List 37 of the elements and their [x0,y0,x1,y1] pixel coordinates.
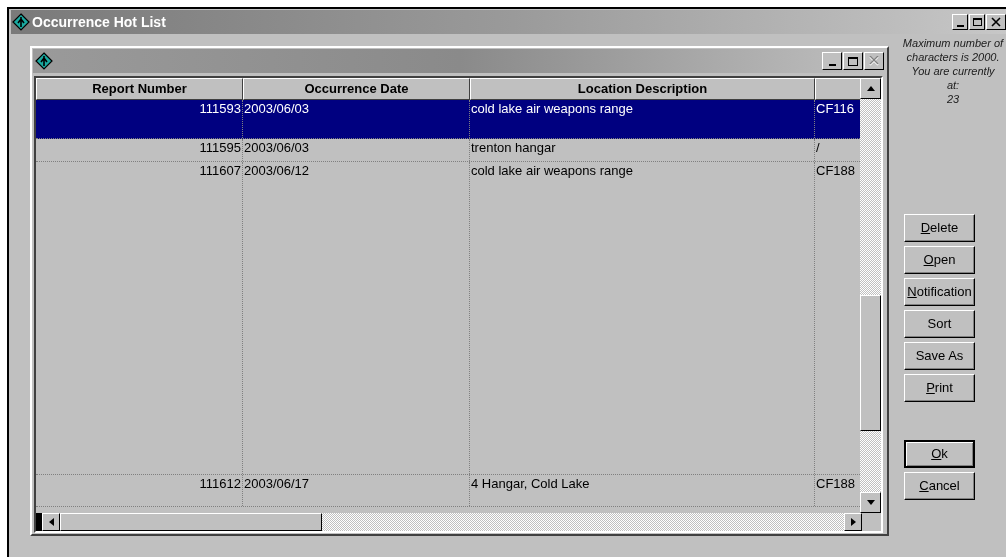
info-text: characters is 2000. [906,50,1000,64]
table-cell-text: 4 Hangar, Cold Lake [470,475,591,493]
table-row[interactable]: 111593 2003/06/03 cold lake air weapons range CF116 [36,100,860,139]
table-row[interactable]: 111607 2003/06/12 cold lake air weapons range CF188 [36,162,860,475]
info-text: 23 [946,92,960,106]
action-button[interactable]: Sort [904,310,975,338]
table-cell-text: CF116 [815,100,856,118]
table-cell-text: 111607 [198,162,242,180]
action-button[interactable]: Notification [904,278,975,306]
column-header[interactable]: Occurrence Date [243,78,470,100]
table-cell-text: 2003/06/03 [243,139,311,157]
window-title: Occurrence Hot List [32,12,166,32]
info-text: at: [946,78,960,92]
action-button[interactable]: Cancel [904,472,975,500]
table-cell-text: cold lake air weapons range [470,162,634,180]
table-cell-text: 111612 [198,475,242,493]
table-cell-text: cold lake air weapons range [470,100,634,118]
action-button[interactable]: Delete [904,214,975,242]
table-cell-text: CF188 [815,475,857,493]
table-row[interactable]: 111595 2003/06/03 trenton hangar / [36,139,860,162]
table-cell-text: CF188 [815,162,857,180]
table-row[interactable]: 111612 2003/06/17 4 Hangar, Cold Lake CF188 [36,475,860,507]
action-button[interactable]: Save As [904,342,975,370]
table-cell-text: 2003/06/17 [243,475,311,493]
table-cell-text: 111595 [198,139,242,157]
action-button[interactable]: Open [904,246,975,274]
column-header[interactable]: Location Description [470,78,815,100]
column-header[interactable]: Report Number [36,78,243,100]
info-text: You are currently [911,64,995,78]
action-button[interactable]: Print [904,374,975,402]
action-button[interactable]: Ok [904,440,975,468]
table-cell-text: trenton hangar [470,139,557,157]
info-text: Maximum number of [902,36,1004,50]
table-cell-text: 2003/06/03 [243,100,311,118]
table-cell-text: / [815,139,821,157]
table-cell-text: 2003/06/12 [243,162,311,180]
table-cell-text: 111593 [198,100,242,118]
